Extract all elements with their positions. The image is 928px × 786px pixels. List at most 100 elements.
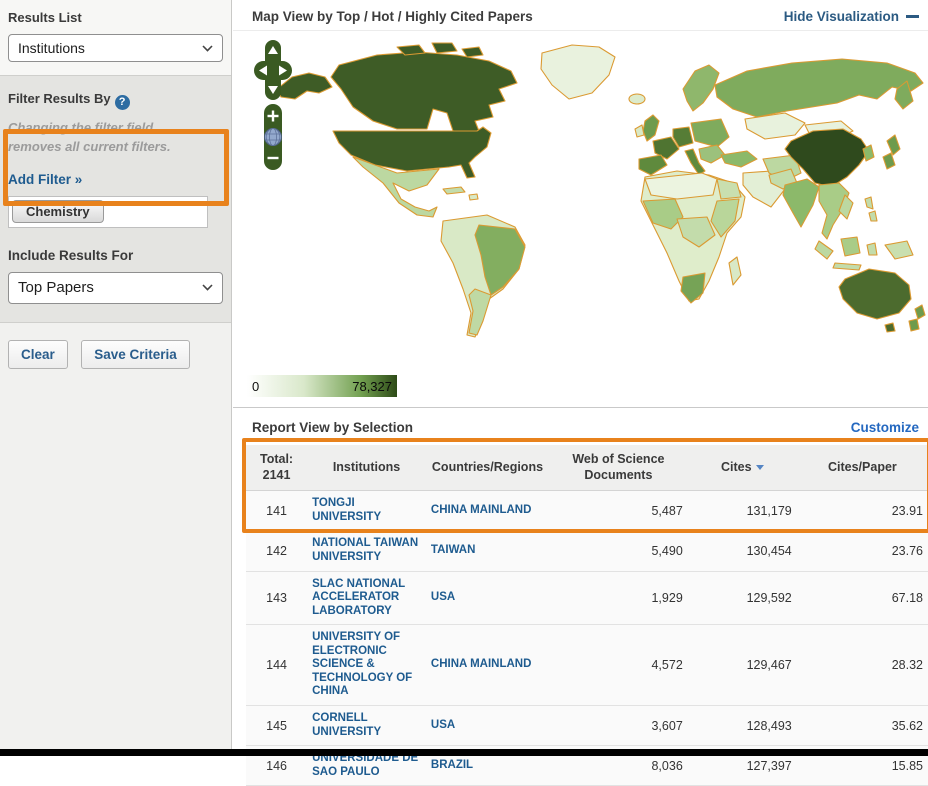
table-row: 145 CORNELL UNIVERSITY USA 3,607 128,493… [246,706,928,746]
map-region-eastern-europe [691,119,729,147]
cites-paper-cell: 23.91 [797,491,928,531]
world-choropleth-map[interactable] [247,37,927,349]
rank-cell: 141 [246,491,307,531]
map-region-tasmania [885,323,895,332]
minus-icon [906,15,919,18]
include-results-label: Include Results For [8,248,223,263]
map-region-japan [887,135,900,155]
clear-button[interactable]: Clear [8,340,68,369]
map-region-hispaniola [469,194,478,200]
results-list-section: Results List Institutions [0,0,231,75]
chevron-down-icon [202,45,213,52]
institution-link[interactable]: UNIVERSITY OF ELECTRONIC SCIENCE & TECHN… [312,631,421,699]
country-link[interactable]: BRAZIL [431,759,544,773]
docs-cell: 1,929 [549,571,688,625]
map-region-sumatra [815,241,833,259]
header-countries[interactable]: Countries/Regions [426,445,549,491]
include-results-select[interactable]: Top Papers [8,272,223,304]
institution-link[interactable]: SLAC NATIONAL ACCELERATOR LABORATORY [312,578,421,619]
map-region-philippines [865,197,873,209]
header-cites-sort[interactable]: Cites [688,445,797,491]
country-link[interactable]: TAIWAN [431,544,544,558]
map-region-iceland [629,94,645,104]
institution-link[interactable]: TONGJI UNIVERSITY [312,497,421,524]
table-row: 143 SLAC NATIONAL ACCELERATOR LABORATORY… [246,571,928,625]
main-panel: Map View by Top / Hot / Highly Cited Pap… [233,0,928,749]
country-link[interactable]: CHINA MAINLAND [431,504,544,518]
sidebar-buttons: Clear Save Criteria [0,323,231,386]
table-row: 141 TONGJI UNIVERSITY CHINA MAINLAND 5,4… [246,491,928,531]
map-region-iberia [639,155,667,175]
map-region-borneo [841,237,860,256]
map-region-canada [331,52,517,131]
map-header: Map View by Top / Hot / Highly Cited Pap… [233,0,928,31]
map-region-china [785,129,869,187]
map-region-kazakhstan [745,113,805,139]
map-region-usa [333,127,491,178]
map-region-south-africa [681,273,705,303]
docs-cell: 5,487 [549,491,688,531]
map-area: 0 78,327 [233,31,928,407]
map-region-egypt [717,179,741,199]
chevron-down-icon [202,284,213,291]
cites-paper-cell: 28.32 [797,625,928,706]
include-results-value: Top Papers [18,279,94,296]
sidebar: Results List Institutions Filter Results… [0,0,232,749]
map-controls [252,40,294,172]
rank-cell: 142 [246,531,307,571]
map-title: Map View by Top / Hot / Highly Cited Pap… [252,9,533,24]
rank-cell: 144 [246,625,307,706]
table-header-row: Total: 2141 Institutions Countries/Regio… [246,445,928,491]
bottom-black-bar [0,749,928,756]
header-cites-paper[interactable]: Cites/Paper [797,445,928,491]
header-total: Total: 2141 [246,445,307,491]
map-region-australia [839,269,911,319]
map-region-scandinavia [683,65,719,111]
add-filter-link[interactable]: Add Filter » [8,172,82,187]
table-row: 144 UNIVERSITY OF ELECTRONIC SCIENCE & T… [246,625,928,706]
map-region-turkey [721,151,757,167]
results-list-value: Institutions [18,40,85,56]
map-region-ireland [635,125,644,137]
header-wos-documents[interactable]: Web of Science Documents [549,445,688,491]
globe-icon[interactable] [265,129,282,146]
report-table: Total: 2141 Institutions Countries/Regio… [246,445,928,786]
filter-chip-chemistry[interactable]: Chemistry [12,200,104,223]
rank-cell: 145 [246,706,307,746]
map-region-madagascar [729,257,741,285]
map-region-russia [715,59,923,117]
docs-cell: 4,572 [549,625,688,706]
country-link[interactable]: CHINA MAINLAND [431,658,544,672]
cites-paper-cell: 67.18 [797,571,928,625]
docs-cell: 5,490 [549,531,688,571]
map-region-philippines [869,211,877,221]
institution-link[interactable]: UNIVERSIDADE DE SAO PAULO [312,752,421,779]
results-list-select[interactable]: Institutions [8,34,223,62]
cites-cell: 129,467 [688,625,797,706]
help-question-icon[interactable] [115,95,130,110]
country-link[interactable]: USA [431,591,544,605]
map-region-new-zealand [909,319,919,331]
docs-cell: 3,607 [549,706,688,746]
save-criteria-button[interactable]: Save Criteria [81,340,190,369]
hide-visualization-link[interactable]: Hide Visualization [784,9,919,24]
institution-link[interactable]: CORNELL UNIVERSITY [312,712,421,739]
map-region-balkans [699,145,725,163]
map-region-uk [643,115,659,141]
map-region-sulawesi [867,243,877,255]
results-list-label: Results List [8,10,223,25]
header-institutions[interactable]: Institutions [307,445,426,491]
customize-link[interactable]: Customize [851,420,919,435]
report-title: Report View by Selection [252,420,413,435]
map-region-arctic-island [432,43,457,53]
map-region-cuba [443,187,465,194]
legend-min: 0 [252,379,259,394]
sort-arrow-icon [756,465,764,470]
institution-link[interactable]: NATIONAL TAIWAN UNIVERSITY [312,537,421,564]
filter-panel: Filter Results By Changing the filter fi… [0,75,231,323]
country-link[interactable]: USA [431,719,544,733]
cites-cell: 131,179 [688,491,797,531]
cites-paper-cell: 23.76 [797,531,928,571]
cites-paper-cell: 35.62 [797,706,928,746]
cites-cell: 129,592 [688,571,797,625]
